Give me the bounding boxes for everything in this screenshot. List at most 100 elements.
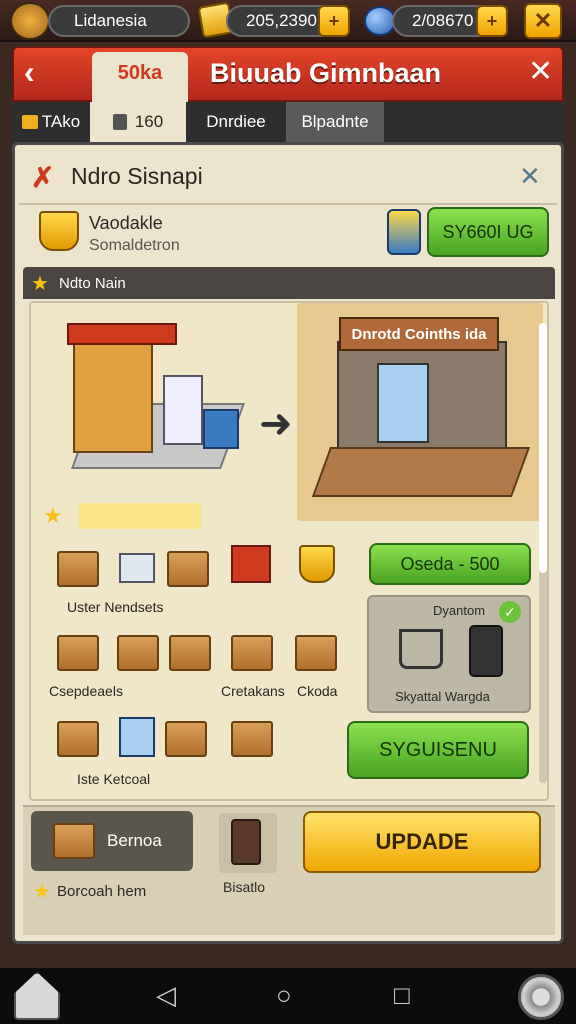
close-icon[interactable]: ✕ xyxy=(528,54,553,89)
update-button-label: UPDADE xyxy=(375,829,469,854)
store-sign: Dnrotd Coinths ida xyxy=(351,325,487,343)
tab-main-label: 50ka xyxy=(117,62,163,84)
tab-dnrdiee[interactable]: Dnrdiee xyxy=(186,102,286,142)
tab-blpadnte[interactable]: Blpadnte xyxy=(286,102,384,142)
item-row2-label-mid: Cretakans xyxy=(221,683,285,699)
tab-tako[interactable]: TAko xyxy=(12,102,90,142)
item-box-icon[interactable] xyxy=(295,635,337,671)
nav-recents-icon[interactable]: □ xyxy=(394,980,410,1011)
player-name: Lidanesia xyxy=(74,11,147,30)
confirm-button-label: SYGUISENU xyxy=(379,738,497,761)
item-box-icon[interactable] xyxy=(57,721,99,757)
item-box-icon[interactable] xyxy=(231,635,273,671)
check-icon: ✓ xyxy=(499,601,521,623)
nav-home-icon[interactable]: ○ xyxy=(276,980,292,1011)
store-fridge xyxy=(163,375,203,445)
item-name: Vaodakle xyxy=(89,213,163,233)
dialog-header: ✗ Ndro Sisnapi ✕ xyxy=(19,149,557,205)
system-nav-bar: ◁ ○ □ xyxy=(0,968,576,1024)
dialog-title: Ndro Sisnapi xyxy=(71,163,203,189)
back-arrow-icon[interactable]: ‹ xyxy=(24,54,35,91)
gem-value: 2/08670 xyxy=(412,11,474,30)
tools-icon: ✗ xyxy=(31,162,55,193)
price-button[interactable]: SY660I UG xyxy=(427,207,549,257)
cost-button[interactable]: Oseda - 500 xyxy=(369,543,531,585)
store-door xyxy=(377,363,429,443)
store-bin xyxy=(203,409,239,449)
item-subtitle: Somaldetron xyxy=(89,237,180,254)
item-box-icon[interactable] xyxy=(165,721,207,757)
store-awning xyxy=(67,323,177,345)
upgrade-preview-panel: Dyantom ✓ Skyattal Wargda xyxy=(367,595,531,713)
basket-icon xyxy=(399,629,443,669)
tool-slot[interactable] xyxy=(219,813,277,873)
player-avatar[interactable] xyxy=(10,2,50,40)
renew-panel[interactable]: Bernoa xyxy=(31,811,193,871)
tool-card-icon xyxy=(231,819,261,865)
store-before-illustration xyxy=(53,313,246,483)
upgrade-panel-title: Dyantom xyxy=(433,603,486,618)
renew-label: Bernoa xyxy=(107,831,162,850)
scrollbar[interactable] xyxy=(539,323,547,783)
upgrade-panel-caption: Skyattal Wargda xyxy=(395,689,490,704)
tab-160[interactable]: 160 xyxy=(90,102,186,142)
section-band: ★ Ndto Nain xyxy=(23,267,555,299)
item-cart-icon[interactable] xyxy=(119,553,155,583)
star-icon: ★ xyxy=(43,503,63,528)
shop-panel: ✗ Ndro Sisnapi ✕ Vaodakle Somaldetron SY… xyxy=(12,142,564,944)
bottom-strip: Bernoa ★ Borcoah hem Bisatlo UPDADE xyxy=(23,805,555,935)
nav-back-icon[interactable]: ◁ xyxy=(156,980,176,1011)
tab-tako-label: TAko xyxy=(41,112,81,131)
scrollbar-thumb[interactable] xyxy=(539,323,547,573)
section-label: Ndto Nain xyxy=(59,275,126,292)
item-box-icon[interactable] xyxy=(117,635,159,671)
store-after-illustration: Dnrotd Coinths ida xyxy=(297,303,543,521)
item-box-icon[interactable] xyxy=(57,635,99,671)
bag-icon xyxy=(112,114,127,130)
confirm-button[interactable]: SYGUISENU xyxy=(347,721,529,779)
cup-icon xyxy=(39,211,79,251)
name-bar xyxy=(79,503,201,529)
tab-dnrdiee-label: Dnrdiee xyxy=(206,112,266,131)
item-box-icon[interactable] xyxy=(231,721,273,757)
update-button[interactable]: UPDADE xyxy=(303,811,541,873)
tab-row: TAko 160 Dnrdiee Blpadnte xyxy=(12,102,564,142)
item-box-icon[interactable] xyxy=(169,635,211,671)
tab-160-label: 160 xyxy=(134,112,164,131)
player-name-pill[interactable]: Lidanesia xyxy=(48,5,190,37)
cost-button-label: Oseda - 500 xyxy=(400,553,500,574)
tab-main[interactable]: 50ka xyxy=(92,62,188,85)
arrow-right-icon: ➜ xyxy=(259,402,293,446)
gear-icon[interactable] xyxy=(518,974,564,1020)
gold-value: 205,2390 xyxy=(246,11,317,30)
item-cup-icon[interactable] xyxy=(299,545,335,583)
add-gem-button[interactable]: + xyxy=(476,5,508,37)
close-top-button[interactable]: ✕ xyxy=(524,3,562,39)
phone-icon xyxy=(469,625,503,677)
item-box-icon[interactable] xyxy=(167,551,209,587)
top-resource-bar: Lidanesia 205,2390 + 2/08670 + ✕ xyxy=(0,0,576,42)
add-gold-button[interactable]: + xyxy=(318,5,350,37)
reward-label: Borcoah hem xyxy=(57,883,147,900)
store-sign-board: Dnrotd Coinths ida xyxy=(339,317,499,351)
item-row2-label-right: Ckoda xyxy=(297,683,338,699)
store-shelf xyxy=(73,333,153,453)
store-deck xyxy=(311,447,531,497)
item-box-icon[interactable] xyxy=(57,551,99,587)
tab-blpadnte-label: Blpadnte xyxy=(301,112,369,131)
can-icon xyxy=(387,209,421,255)
item-row3-label: Iste Ketcoal xyxy=(77,771,151,787)
tool-label: Bisatlo xyxy=(223,879,266,895)
shop-header: ‹ 50ka Biuuab Gimnbaan ✕ xyxy=(12,46,564,106)
item-blue-box-icon[interactable] xyxy=(119,717,155,757)
item-row2-label-left: Csepdeaels xyxy=(49,683,123,699)
renew-box-icon xyxy=(53,823,95,859)
dialog-close-icon[interactable]: ✕ xyxy=(519,161,541,192)
star-icon: ★ xyxy=(33,881,51,903)
item-red-icon[interactable] xyxy=(231,545,271,583)
item-row1-label: Uster Nendsets xyxy=(67,599,164,615)
home-icon[interactable] xyxy=(14,972,60,1020)
page-title: Biuuab Gimnbaan xyxy=(210,58,442,88)
star-icon: ★ xyxy=(31,273,49,295)
price-button-label: SY660I UG xyxy=(442,221,534,242)
